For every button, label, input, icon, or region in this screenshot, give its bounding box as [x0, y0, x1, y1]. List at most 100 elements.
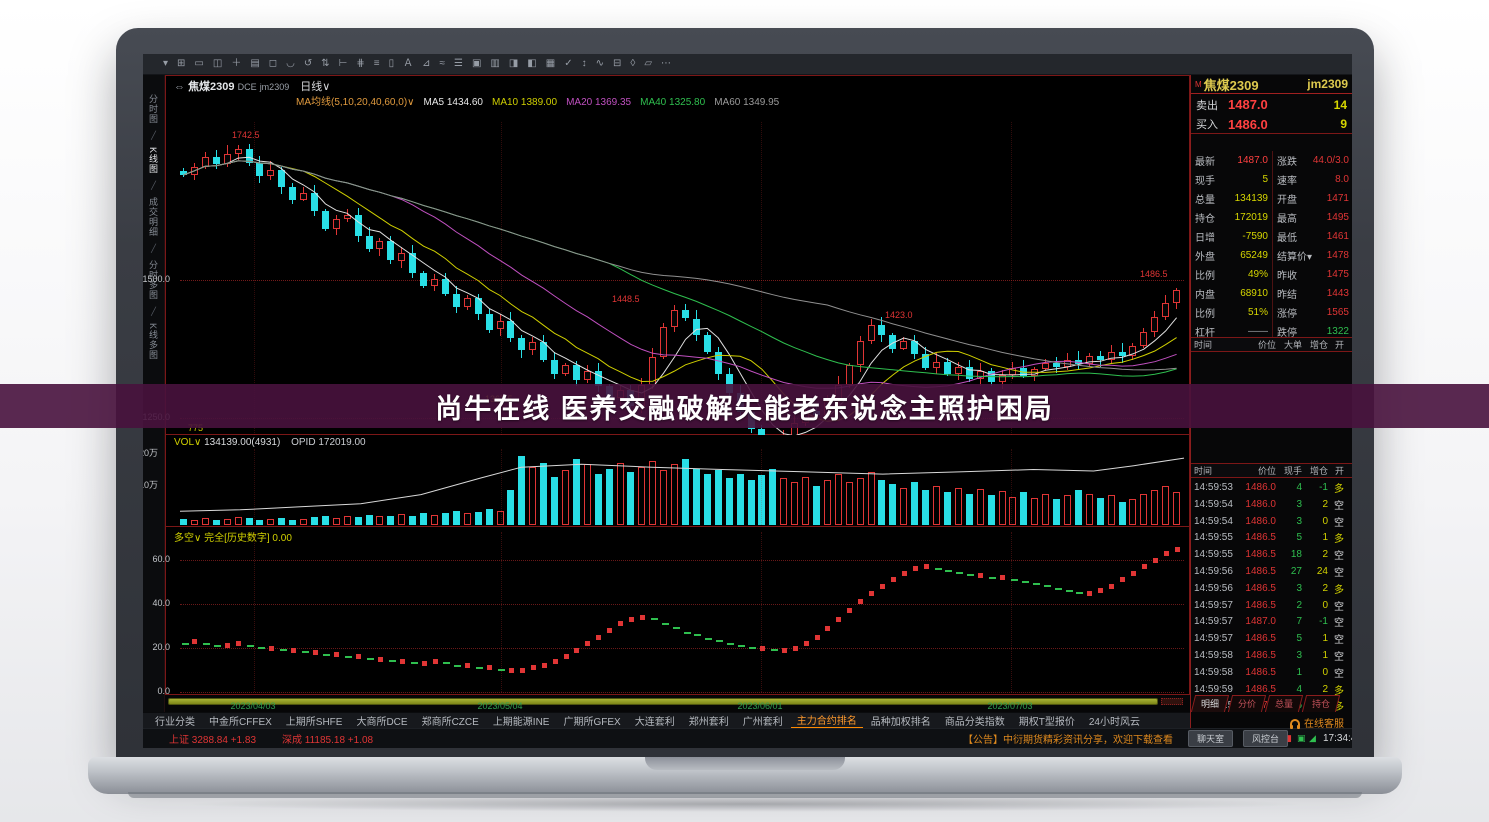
col-header-增仓: 增仓: [1305, 338, 1331, 351]
tab-divider: ╱: [151, 181, 156, 190]
toolbar-icon-4[interactable]: ＋: [231, 59, 241, 69]
detail-tab-总量[interactable]: 总量: [1265, 695, 1303, 712]
tab-divider: ╱: [151, 131, 156, 140]
toolbar-icon-2[interactable]: ▭: [194, 59, 203, 69]
market-tab-大商所DCE[interactable]: 大商所DCE: [350, 713, 413, 728]
market-tab-大连套利[interactable]: 大连套利: [629, 713, 681, 728]
col-header-现手: 现手: [1279, 464, 1305, 477]
sidebar-tab-分时图[interactable]: 分时图: [147, 94, 160, 124]
quote-field-最低: 最低1461: [1273, 227, 1352, 246]
volume-pane: VOL∨ 134139.00(4931) OPID 172019.00 20万1…: [165, 435, 1190, 527]
toolbar-icon-29[interactable]: ⋯: [661, 59, 671, 69]
market-tab-主力合约排名[interactable]: 主力合约排名: [791, 712, 863, 729]
toolbar-icon-11[interactable]: ⋕: [356, 59, 364, 69]
toolbar-icon-20[interactable]: ◨: [509, 59, 518, 69]
indicator-marker-up: [629, 617, 634, 622]
period-dropdown[interactable]: 日线∨: [300, 81, 330, 93]
laptop-base-notch: [645, 757, 845, 770]
market-tab-24小时风云[interactable]: 24小时风云: [1083, 713, 1146, 728]
ma-legend-item: MA20 1369.35: [566, 97, 631, 108]
ask-row[interactable]: 卖出 1487.0 14: [1191, 96, 1352, 113]
ma-legend: MA均线(5,10,20,40,60,0)∨MA5 1434.60MA10 13…: [296, 93, 788, 108]
volume-axis-label: 20万: [143, 446, 158, 459]
toolbar-icon-1[interactable]: ⊞: [177, 59, 185, 69]
market-tab-品种加权排名[interactable]: 品种加权排名: [865, 713, 937, 728]
toolbar-icon-0[interactable]: ▾: [163, 59, 168, 69]
detail-tab-明细[interactable]: 明细: [1191, 695, 1229, 712]
market-tab-行业分类[interactable]: 行业分类: [149, 713, 201, 728]
indicator-marker-down: [1044, 585, 1051, 587]
sidebar-tab-K线图[interactable]: K线图: [147, 147, 160, 174]
toolbar-icon-25[interactable]: ∿: [596, 59, 604, 69]
toolbar-icon-13[interactable]: ▯: [389, 59, 395, 69]
toolbar-icon-24[interactable]: ↕: [582, 59, 587, 69]
market-tab-郑州套利[interactable]: 郑州套利: [683, 713, 735, 728]
toolbar-icon-8[interactable]: ↺: [304, 59, 312, 69]
market-tab-上期能源INE[interactable]: 上期能源INE: [487, 713, 556, 728]
toolbar-icon-18[interactable]: ▣: [472, 59, 481, 69]
toolbar-icon-27[interactable]: ◊: [630, 59, 635, 69]
sidebar-tab-K线多图[interactable]: K线多图: [147, 323, 160, 360]
toolbar-icon-22[interactable]: ▦: [546, 59, 555, 69]
market-tab-商品分类指数[interactable]: 商品分类指数: [939, 713, 1011, 728]
toolbar-icon-23[interactable]: ✓: [564, 59, 572, 69]
volume-value: 134139.00(4931): [204, 437, 280, 448]
volume-label[interactable]: VOL∨: [174, 437, 201, 448]
indicator-marker-down: [367, 658, 374, 660]
quote-field-比例: 比例51%: [1191, 303, 1272, 322]
toolbar-icon-5[interactable]: ▤: [250, 59, 259, 69]
col-header-价位: 价位: [1239, 464, 1279, 477]
ma-settings-dropdown[interactable]: MA均线(5,10,20,40,60,0)∨: [296, 97, 415, 108]
trade-row: 14:59:561486.52724空: [1191, 563, 1352, 580]
toolbar-icon-6[interactable]: ◻: [269, 59, 277, 69]
toolbar-icon-7[interactable]: ◡: [286, 59, 295, 69]
market-tab-上期所SHFE[interactable]: 上期所SHFE: [280, 713, 349, 728]
toolbar-icon-16[interactable]: ≈: [439, 59, 445, 69]
date-label: 2023/05/04: [477, 701, 522, 711]
news-banner[interactable]: 尚牛在线 医养交融破解失能老东说念主照护困局: [0, 384, 1489, 428]
tab-divider: ╱: [151, 244, 156, 253]
market-tab-中金所CFFEX[interactable]: 中金所CFFEX: [203, 713, 278, 728]
toolbar-icon-28[interactable]: ▱: [644, 59, 652, 69]
indicator-marker-up: [869, 591, 874, 596]
toolbar-icon-21[interactable]: ◧: [527, 59, 536, 69]
announcement-ticker[interactable]: 【公告】中衍期货精彩资讯分享，欢迎下载查看: [963, 731, 1173, 746]
sidebar-tab-成交明细[interactable]: 成交明细: [147, 197, 160, 237]
trade-row: 14:59:561486.532多: [1191, 580, 1352, 597]
market-tab-广州套利[interactable]: 广州套利: [737, 713, 789, 728]
status-button-聊天室[interactable]: 聊天室: [1188, 730, 1233, 747]
toolbar-icon-17[interactable]: ☰: [454, 59, 463, 69]
indicator-marker-down: [443, 662, 450, 664]
quote-field-结算价▾: 结算价▾1478: [1273, 246, 1352, 265]
online-service-link[interactable]: 在线客服: [1290, 715, 1344, 730]
toolbar-icon-15[interactable]: ⊿: [422, 59, 430, 69]
quote-field-昨结: 昨结1443: [1273, 284, 1352, 303]
toolbar-icon-10[interactable]: ⊢: [339, 59, 348, 69]
price-axis-label: 1500.0: [143, 274, 170, 284]
toolbar-icon-26[interactable]: ⊟: [613, 59, 621, 69]
indicator-marker-up: [269, 646, 274, 651]
bid-row[interactable]: 买入 1486.0 9: [1191, 115, 1352, 134]
indicator-marker-up: [1164, 551, 1169, 556]
indicator-gridline: [180, 560, 1184, 561]
page-background: ▾ ⊞ ▭ ◫ ＋ ▤ ◻ ◡ ↺ ⇅ ⊢ ⋕ ≡ ▯ Ａ ⊿ ≈ ☰ ▣ ▥ ◨ ◧ ▦ ✓ ↕ ∿ ⊟ ◊ ▱ ⋯ 分时图 ╱ K线图 ╱ 成…: [0, 0, 1489, 822]
indicator-marker-up: [1000, 575, 1005, 580]
toolbar-icon-14[interactable]: Ａ: [403, 59, 413, 69]
detail-tab-分价[interactable]: 分价: [1228, 695, 1266, 712]
market-tab-期权T型报价[interactable]: 期权T型报价: [1013, 713, 1081, 728]
status-button-风控台[interactable]: 风控台: [1243, 730, 1288, 747]
market-tab-广期所GFEX[interactable]: 广期所GFEX: [557, 713, 626, 728]
indicator-marker-up: [313, 650, 318, 655]
col-header-开: 开: [1331, 338, 1347, 351]
detail-tab-持仓[interactable]: 持仓: [1302, 695, 1340, 712]
toolbar-icon-9[interactable]: ⇅: [321, 59, 329, 69]
toolbar-icon-19[interactable]: ▥: [490, 59, 499, 69]
trade-row: 14:59:571486.520空: [1191, 597, 1352, 614]
index-quote: 上证 3288.84 +1.83: [169, 731, 256, 746]
toolbar-icon-3[interactable]: ◫: [213, 59, 222, 69]
price-annotation: 1423.0: [885, 310, 913, 320]
toolbar-icon-12[interactable]: ≡: [374, 59, 380, 69]
market-tab-郑商所CZCE[interactable]: 郑商所CZCE: [416, 713, 485, 728]
scrollbar-end: [1161, 698, 1183, 705]
signal-icon: ◢: [1309, 733, 1316, 744]
